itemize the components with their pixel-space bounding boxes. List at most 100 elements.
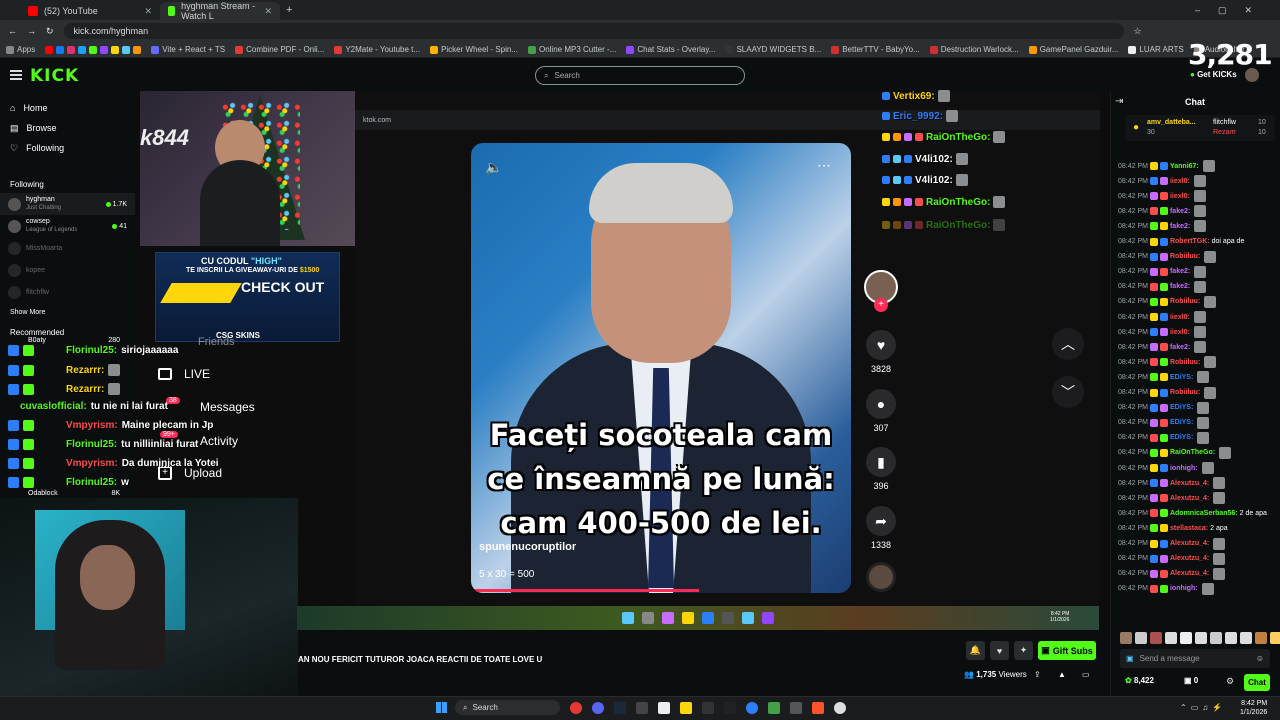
sidebar-channel-cowsep[interactable]: cowsep League of Legends 41 <box>0 215 135 237</box>
chat-message[interactable]: 08:42 PM ionhigh: <box>1118 582 1214 595</box>
chat-username[interactable]: iiexl0: <box>1170 314 1190 321</box>
os-search[interactable]: ⌕ Search <box>455 700 560 715</box>
chat-username[interactable]: EDiYS: <box>1170 404 1193 411</box>
close-icon[interactable]: ✕ <box>264 6 272 17</box>
app-icon[interactable] <box>702 702 714 714</box>
nav-home[interactable]: ⌂ Home <box>0 98 135 118</box>
recommended-bottom[interactable]: Odablock 8K <box>28 490 120 497</box>
chat-message[interactable]: 08:42 PM ionhigh: <box>1118 462 1214 474</box>
chat-message[interactable]: 08:42 PM Yanni67: <box>1118 160 1215 172</box>
chat-username[interactable]: RaiOnTheGo: <box>1170 449 1215 456</box>
bookmark[interactable]: Apps <box>6 45 35 54</box>
chat-message[interactable]: 08:42 PM iiexl0: <box>1118 311 1206 323</box>
like-button[interactable]: ♥ 3828 <box>864 330 898 374</box>
steam-icon[interactable] <box>614 702 626 714</box>
bookmark[interactable]: SLAAYD WIDGETS B... <box>725 45 821 54</box>
chat-message[interactable]: 08:42 PM EDiYS: <box>1118 401 1210 414</box>
chat-message[interactable]: 08:42 PM RaiOnTheGo: <box>1118 446 1232 459</box>
chat-username[interactable]: fake2: <box>1170 283 1190 290</box>
chat-username[interactable]: fake2: <box>1170 223 1190 230</box>
app-icon[interactable] <box>658 702 670 714</box>
tab-kick[interactable]: hyghman Stream - Watch L ✕ <box>160 1 280 21</box>
channel-points[interactable]: ✿ 8,422 <box>1125 676 1154 685</box>
chat-username[interactable]: Robiiluu: <box>1170 389 1200 396</box>
bookmark[interactable]: Combine PDF - Onli... <box>235 45 324 54</box>
search-input[interactable]: ⌕ Search <box>535 66 745 85</box>
follow-button[interactable]: ♥ <box>990 641 1009 660</box>
chat-message[interactable]: 08:42 PM Robiiluu: <box>1118 250 1217 263</box>
chat-username[interactable]: RobertTGK: <box>1170 238 1210 245</box>
bookmark[interactable]: BetterTTV - BabyYo... <box>831 45 920 54</box>
chat-username[interactable]: iiexl0: <box>1170 178 1190 185</box>
forward-icon[interactable]: → <box>27 26 36 36</box>
user-avatar[interactable] <box>1245 68 1259 82</box>
bookmark[interactable]: Vite + React + TS <box>151 45 225 54</box>
chat-input[interactable]: ▣ Send a message ☺ <box>1120 649 1270 668</box>
chat-username[interactable]: Robiiluu: <box>1170 253 1200 260</box>
chat-username[interactable]: EDiYS: <box>1170 434 1193 441</box>
chat-message[interactable]: 08:42 PM Alexutzu_4: <box>1118 492 1226 505</box>
windows-start-icon[interactable] <box>436 702 447 713</box>
report-icon[interactable]: ▲ <box>1058 670 1066 679</box>
chrome-icon[interactable] <box>570 702 582 714</box>
chat-message[interactable]: 08:42 PM Alexutzu_4: <box>1118 567 1226 580</box>
chat-username[interactable]: Yanni67: <box>1170 163 1199 170</box>
chat-username[interactable]: Alexutzu_4: <box>1170 540 1209 547</box>
system-tray[interactable]: ⌃▭♫⚡ <box>1180 703 1226 712</box>
bookmark[interactable]: Online MP3 Cutter -... <box>527 45 616 54</box>
nav-browse[interactable]: ▤ Browse <box>0 118 135 138</box>
share-icon[interactable]: ⇪ <box>1034 670 1041 679</box>
pin-button[interactable]: ✦ <box>1014 641 1033 660</box>
theater-icon[interactable]: ▭ <box>1082 670 1090 679</box>
chat-message[interactable]: 08:42 PM fake2: <box>1118 341 1207 354</box>
bookmark[interactable]: GamePanel Gazduir... <box>1028 45 1118 54</box>
sidebar-channel-offline[interactable]: kopee <box>0 259 135 281</box>
tab-youtube[interactable]: (52) YouTube ✕ <box>20 2 160 20</box>
notifications-button[interactable]: 🔔 <box>966 641 985 660</box>
kick-logo[interactable]: KICK <box>30 66 79 86</box>
tiktok-video[interactable]: 🔈 ⋯ Faceți socoteala cam ce înseamnă pe … <box>471 143 851 593</box>
chat-message[interactable]: 08:42 PM Alexutzu_4: <box>1118 477 1226 490</box>
chat-username[interactable]: stellastaca: <box>1170 525 1208 532</box>
address-field[interactable]: kick.com/hyghman <box>63 23 1124 39</box>
chat-message[interactable]: 08:42 PM EDiYS: <box>1118 371 1210 384</box>
bookmark-button[interactable]: ▮ 396 <box>864 447 898 491</box>
discord-icon[interactable] <box>592 702 604 714</box>
sidebar-channel-offline[interactable]: MissMoarta <box>0 237 135 259</box>
chat-username[interactable]: Alexutzu_4: <box>1170 495 1209 502</box>
chat-message[interactable]: 08:42 PM iiexl0: <box>1118 326 1206 339</box>
chat-message[interactable]: 08:42 PM iiexl0: <box>1118 175 1206 188</box>
chat-message[interactable]: 08:42 PM RobertTGK: doi apa de <box>1118 236 1244 248</box>
chat-username[interactable]: AdomnicaSerban56: <box>1170 510 1238 517</box>
prev-video-button[interactable]: ︿ <box>1052 328 1084 360</box>
back-icon[interactable]: ← <box>8 26 17 36</box>
menu-icon[interactable] <box>10 70 22 80</box>
bookmark[interactable]: Destruction Warlock... <box>929 45 1019 54</box>
sidebar-channel-hyghman[interactable]: hyghman Just Chatting 1.7K <box>0 193 135 215</box>
app-icon[interactable] <box>768 702 780 714</box>
chat-message[interactable]: 08:42 PM EDiYS: <box>1118 416 1210 429</box>
chat-message[interactable]: 08:42 PM Robiiluu: <box>1118 295 1217 308</box>
volume-icon[interactable]: 🔈 <box>485 159 502 176</box>
chat-username[interactable]: Alexutzu_4: <box>1170 570 1209 577</box>
bookmark[interactable]: Y2Mate - Youtube t... <box>334 45 420 54</box>
app-icon[interactable] <box>790 702 802 714</box>
os-clock[interactable]: 8:42 PM 1/1/2026 <box>1240 699 1267 717</box>
comment-button[interactable]: ● 307 <box>864 389 898 433</box>
sidebar-channel-offline[interactable]: flitchflw <box>0 281 135 303</box>
app-icon[interactable] <box>724 702 736 714</box>
kicks-balance[interactable]: ▣ 0 <box>1184 676 1198 685</box>
video-progress-bar[interactable] <box>471 589 699 592</box>
folder-icon[interactable] <box>680 702 692 714</box>
chat-message[interactable]: 08:42 PM Robiiluu: <box>1118 386 1217 399</box>
app-icon[interactable] <box>834 702 846 714</box>
chat-username[interactable]: Robiiluu: <box>1170 298 1200 305</box>
chat-message[interactable]: 08:42 PM Robiiluu: <box>1118 356 1217 369</box>
chat-username[interactable]: iiexl0: <box>1170 329 1190 336</box>
chat-message[interactable]: 08:42 PM Alexutzu_4: <box>1118 537 1226 550</box>
chat-message[interactable]: 08:42 PM iiexl0: <box>1118 190 1206 203</box>
chat-username[interactable]: fake2: <box>1170 344 1190 351</box>
bookmark[interactable]: LUAR ARTS <box>1128 45 1184 54</box>
settings-icon[interactable]: ⚙ <box>1226 676 1234 687</box>
more-icon[interactable]: ⋯ <box>817 157 831 174</box>
